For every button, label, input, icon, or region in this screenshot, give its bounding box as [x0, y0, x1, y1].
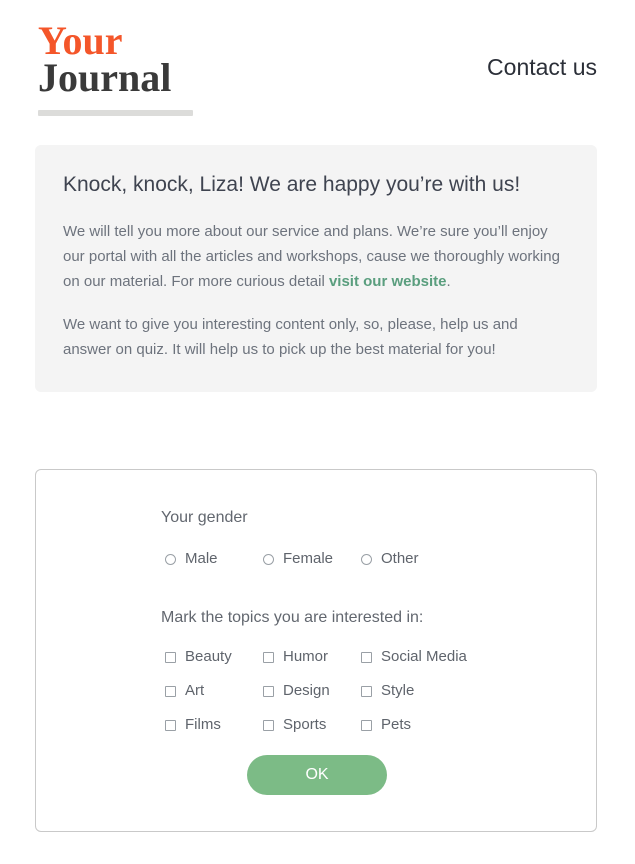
checkbox-label-style: Style [381, 681, 414, 701]
quiz-form-card: Your gender Male Female Other Mark the t… [35, 469, 597, 832]
gender-field-label: Your gender [161, 507, 561, 529]
radio-circle-icon[interactable] [165, 554, 176, 565]
checkbox-square-icon[interactable] [263, 720, 274, 731]
checkbox-square-icon[interactable] [263, 686, 274, 697]
checkbox-option-social-media[interactable]: Social Media [361, 647, 467, 667]
radio-label-other: Other [381, 549, 419, 569]
topics-row: Beauty Humor Social Media [161, 647, 561, 669]
checkbox-option-art[interactable]: Art [165, 681, 204, 701]
topics-checkbox-group: Beauty Humor Social Media Art [161, 647, 561, 737]
radio-label-male: Male [185, 549, 218, 569]
intro-paragraph-1: We will tell you more about our service … [63, 219, 569, 294]
radio-label-female: Female [283, 549, 333, 569]
topics-row: Art Design Style [161, 681, 561, 703]
checkbox-label-social-media: Social Media [381, 647, 467, 667]
checkbox-square-icon[interactable] [165, 652, 176, 663]
gender-radio-group: Male Female Other [161, 549, 561, 571]
checkbox-option-films[interactable]: Films [165, 715, 221, 735]
topics-field-label: Mark the topics you are interested in: [161, 607, 561, 629]
checkbox-label-art: Art [185, 681, 204, 701]
visit-our-website-link[interactable]: visit our website [329, 273, 447, 290]
checkbox-square-icon[interactable] [165, 720, 176, 731]
checkbox-label-design: Design [283, 681, 330, 701]
radio-circle-icon[interactable] [263, 554, 274, 565]
checkbox-option-sports[interactable]: Sports [263, 715, 326, 735]
intro-paragraph-2: We want to give you interesting content … [63, 312, 569, 362]
site-logo[interactable]: Your Journal [38, 22, 238, 98]
intro-heading: Knock, knock, Liza! We are happy you’re … [63, 171, 569, 199]
logo-word-journal: Journal [38, 58, 238, 98]
topics-row: Films Sports Pets [161, 715, 561, 737]
checkbox-square-icon[interactable] [165, 686, 176, 697]
site-header: Your Journal Contact us [0, 0, 635, 140]
intro-panel: Knock, knock, Liza! We are happy you’re … [35, 145, 597, 392]
checkbox-option-beauty[interactable]: Beauty [165, 647, 232, 667]
submit-button-container: OK [36, 755, 598, 795]
checkbox-square-icon[interactable] [263, 652, 274, 663]
checkbox-square-icon[interactable] [361, 686, 372, 697]
checkbox-label-sports: Sports [283, 715, 326, 735]
checkbox-label-beauty: Beauty [185, 647, 232, 667]
checkbox-option-style[interactable]: Style [361, 681, 414, 701]
intro-paragraph-1-text-before: We will tell you more about our service … [63, 223, 560, 290]
radio-circle-icon[interactable] [361, 554, 372, 565]
checkbox-option-pets[interactable]: Pets [361, 715, 411, 735]
checkbox-label-pets: Pets [381, 715, 411, 735]
checkbox-label-humor: Humor [283, 647, 328, 667]
checkbox-option-humor[interactable]: Humor [263, 647, 328, 667]
page-root: Your Journal Contact us Knock, knock, Li… [0, 0, 635, 864]
intro-paragraph-1-text-after: . [447, 273, 451, 290]
checkbox-square-icon[interactable] [361, 652, 372, 663]
radio-option-female[interactable]: Female [263, 549, 333, 569]
checkbox-label-films: Films [185, 715, 221, 735]
checkbox-option-design[interactable]: Design [263, 681, 330, 701]
quiz-form-fields: Your gender Male Female Other Mark the t… [161, 507, 561, 749]
radio-option-male[interactable]: Male [165, 549, 218, 569]
ok-submit-button[interactable]: OK [247, 755, 387, 795]
contact-us-link[interactable]: Contact us [487, 52, 597, 82]
radio-option-other[interactable]: Other [361, 549, 419, 569]
logo-underline-rule [38, 110, 193, 116]
checkbox-square-icon[interactable] [361, 720, 372, 731]
